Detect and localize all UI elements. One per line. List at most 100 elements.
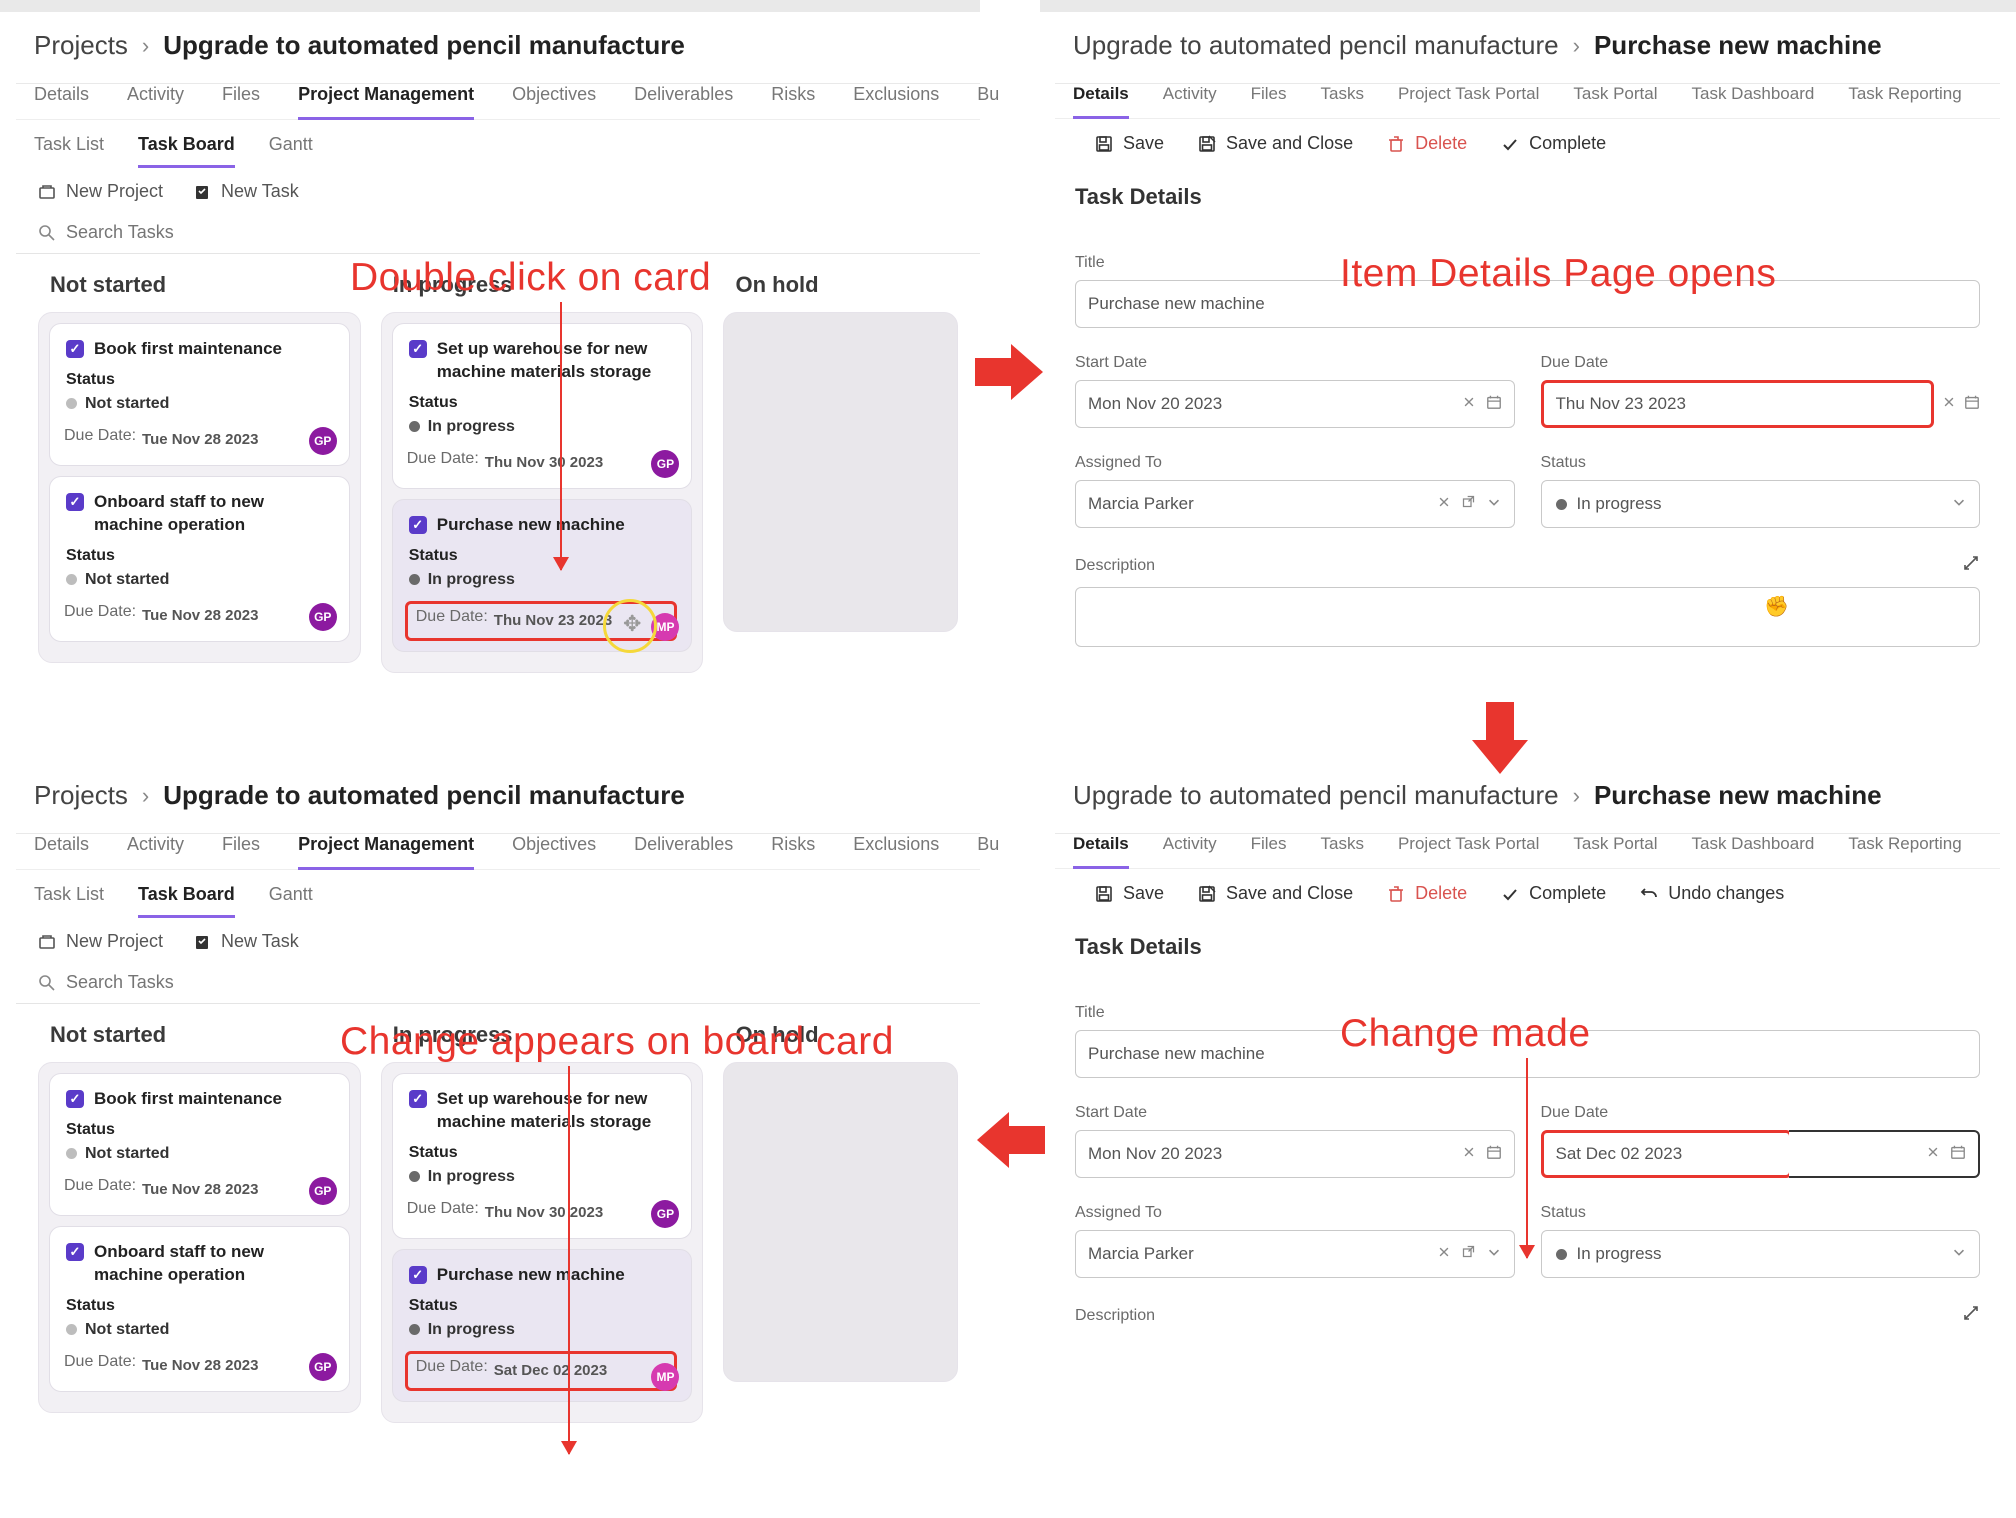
due-date-highlight: Due Date:Sat Dec 02 2023: [405, 1351, 678, 1391]
tab-files[interactable]: Files: [1251, 84, 1287, 118]
status-select[interactable]: [1541, 480, 1981, 528]
label-assigned-to: Assigned To: [1075, 454, 1515, 472]
calendar-icon[interactable]: [1486, 1144, 1502, 1165]
checkbox-icon: ✓: [66, 340, 84, 358]
breadcrumb-task[interactable]: Purchase new machine: [1594, 30, 1882, 61]
tab-objectives[interactable]: Objectives: [512, 84, 596, 119]
tab-details[interactable]: Details: [34, 84, 89, 119]
breadcrumb-project[interactable]: Upgrade to automated pencil manufacture: [1073, 30, 1559, 61]
clear-icon[interactable]: [1462, 1145, 1476, 1164]
column-header-not-started: Not started: [38, 268, 361, 312]
save-button[interactable]: Save: [1095, 133, 1164, 154]
card-setup-warehouse[interactable]: ✓Set up warehouse for new machine materi…: [392, 323, 693, 489]
chevron-down-icon[interactable]: [1951, 494, 1967, 515]
calendar-icon[interactable]: [1964, 394, 1980, 415]
due-date-focus[interactable]: [1789, 1130, 1981, 1178]
tab-files[interactable]: Files: [222, 84, 260, 119]
subtab-task-list[interactable]: Task List: [34, 134, 104, 167]
start-date-input[interactable]: [1075, 380, 1515, 428]
delete-button[interactable]: Delete: [1387, 883, 1467, 904]
tab-activity[interactable]: Activity: [1163, 84, 1217, 118]
description-input[interactable]: ✊: [1075, 587, 1980, 647]
due-date-input[interactable]: [1541, 1130, 1792, 1178]
complete-button[interactable]: Complete: [1501, 883, 1606, 904]
card-purchase-machine[interactable]: ✓Purchase new machine Status In progress…: [392, 1249, 693, 1402]
clear-icon[interactable]: [1942, 395, 1956, 414]
checkbox-icon: ✓: [66, 493, 84, 511]
expand-icon[interactable]: [1962, 554, 1980, 577]
chevron-down-icon[interactable]: [1486, 1244, 1502, 1265]
start-date-input[interactable]: [1075, 1130, 1515, 1178]
breadcrumb-root[interactable]: Projects: [34, 30, 128, 61]
undo-button[interactable]: Undo changes: [1640, 883, 1784, 904]
breadcrumb: Projects › Upgrade to automated pencil m…: [16, 770, 980, 833]
flow-arrow-right: [975, 342, 1045, 402]
search-tasks[interactable]: [16, 966, 980, 1004]
search-tasks[interactable]: [16, 216, 980, 254]
subtab-task-board[interactable]: Task Board: [138, 134, 235, 168]
tab-project-task-portal[interactable]: Project Task Portal: [1398, 84, 1539, 118]
card-book-maintenance[interactable]: ✓Book first maintenance Status Not start…: [49, 323, 350, 466]
new-project-button[interactable]: New Project: [38, 931, 163, 952]
new-task-button[interactable]: New Task: [193, 181, 299, 202]
card-book-maintenance[interactable]: ✓Book first maintenance Status Not start…: [49, 1073, 350, 1216]
search-input[interactable]: [66, 972, 366, 993]
cursor-hand-icon: ✊: [1764, 594, 1789, 619]
card-onboard-staff[interactable]: ✓Onboard staff to new machine operation …: [49, 1226, 350, 1392]
task-icon: [193, 933, 211, 951]
save-close-button[interactable]: Save and Close: [1198, 133, 1353, 154]
breadcrumb-root[interactable]: Projects: [34, 780, 128, 811]
breadcrumb: Upgrade to automated pencil manufacture …: [1055, 20, 2000, 83]
tab-task-dashboard[interactable]: Task Dashboard: [1691, 84, 1814, 118]
trash-icon: [1387, 135, 1405, 153]
tab-exclusions[interactable]: Exclusions: [853, 84, 939, 119]
assigned-to-input[interactable]: [1075, 480, 1515, 528]
clear-icon[interactable]: [1926, 1145, 1940, 1164]
tab-details[interactable]: Details: [1073, 84, 1129, 119]
open-icon[interactable]: [1461, 1244, 1476, 1264]
card-setup-warehouse[interactable]: ✓Set up warehouse for new machine materi…: [392, 1073, 693, 1239]
check-icon: [1501, 885, 1519, 903]
breadcrumb-project[interactable]: Upgrade to automated pencil manufacture: [163, 30, 685, 61]
new-project-button[interactable]: New Project: [38, 181, 163, 202]
clear-icon[interactable]: [1437, 1245, 1451, 1264]
clear-icon[interactable]: [1462, 395, 1476, 414]
tab-tasks[interactable]: Tasks: [1321, 84, 1364, 118]
tab-risks[interactable]: Risks: [771, 84, 815, 119]
label-start-date: Start Date: [1075, 354, 1515, 372]
due-date-input[interactable]: [1541, 380, 1935, 428]
callout-arrow: [1526, 1058, 1528, 1258]
subtab-gantt[interactable]: Gantt: [269, 134, 313, 167]
save-close-button[interactable]: Save and Close: [1198, 883, 1353, 904]
status-select[interactable]: [1541, 1230, 1981, 1278]
tab-task-portal[interactable]: Task Portal: [1573, 84, 1657, 118]
tab-task-reporting[interactable]: Task Reporting: [1848, 84, 1961, 118]
expand-icon[interactable]: [1962, 1304, 1980, 1327]
clear-icon[interactable]: [1437, 495, 1451, 514]
label-due-date: Due Date: [1541, 354, 1981, 372]
new-task-button[interactable]: New Task: [193, 931, 299, 952]
tab-deliverables[interactable]: Deliverables: [634, 84, 733, 119]
panel-board-before: Projects › Upgrade to automated pencil m…: [16, 20, 980, 750]
chevron-down-icon[interactable]: [1951, 1244, 1967, 1265]
checkbox-icon: ✓: [409, 340, 427, 358]
tab-project-management[interactable]: Project Management: [298, 84, 474, 120]
detail-actions: Save Save and Close Delete Complete: [1055, 119, 2000, 154]
open-icon[interactable]: [1461, 494, 1476, 514]
search-input[interactable]: [66, 222, 366, 243]
board-toolbar: New Project New Task: [16, 167, 980, 216]
save-icon: [1095, 135, 1113, 153]
card-purchase-machine[interactable]: ✓Purchase new machine Status In progress…: [392, 499, 693, 652]
delete-button[interactable]: Delete: [1387, 133, 1467, 154]
save-button[interactable]: Save: [1095, 883, 1164, 904]
card-onboard-staff[interactable]: ✓Onboard staff to new machine operation …: [49, 476, 350, 642]
assigned-to-input[interactable]: [1075, 1230, 1515, 1278]
calendar-icon[interactable]: [1486, 394, 1502, 415]
breadcrumb-project[interactable]: Upgrade to automated pencil manufacture: [163, 780, 685, 811]
tab-more[interactable]: Bu: [977, 84, 999, 119]
tab-activity[interactable]: Activity: [127, 84, 184, 119]
complete-button[interactable]: Complete: [1501, 133, 1606, 154]
chevron-down-icon[interactable]: [1486, 494, 1502, 515]
trash-icon: [1387, 885, 1405, 903]
calendar-icon[interactable]: [1950, 1144, 1966, 1165]
